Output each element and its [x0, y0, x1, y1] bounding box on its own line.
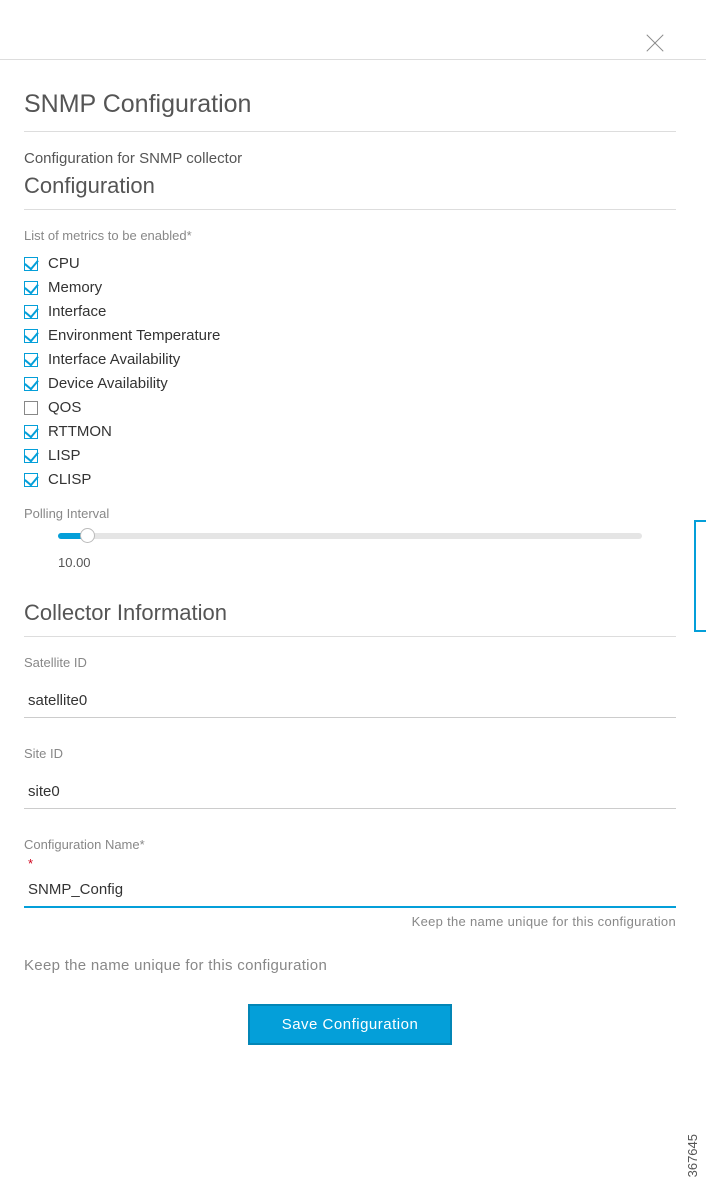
metric-label: Device Availability	[48, 375, 168, 392]
metric-checkbox-row[interactable]: CLISP	[24, 471, 676, 488]
metric-checkbox-row[interactable]: CPU	[24, 255, 676, 272]
close-icon[interactable]	[644, 32, 666, 54]
satellite-id-input[interactable]	[24, 682, 676, 718]
config-name-input[interactable]	[24, 871, 676, 908]
checkbox-icon[interactable]	[24, 377, 38, 391]
metric-label: RTTMON	[48, 423, 112, 440]
config-name-helper-right: Keep the name unique for this configurat…	[24, 914, 676, 929]
site-id-label: Site ID	[24, 746, 676, 761]
checkbox-icon[interactable]	[24, 473, 38, 487]
metrics-list-label: List of metrics to be enabled*	[24, 228, 676, 243]
config-name-helper-left: Keep the name unique for this configurat…	[24, 957, 676, 974]
section-heading-collector: Collector Information	[24, 600, 676, 626]
metric-label: CLISP	[48, 471, 91, 488]
checkbox-icon[interactable]	[24, 329, 38, 343]
required-indicator: *	[28, 856, 676, 871]
metric-label: Memory	[48, 279, 102, 296]
metric-label: Environment Temperature	[48, 327, 220, 344]
metric-checkbox-row[interactable]: LISP	[24, 447, 676, 464]
polling-interval-slider[interactable]	[58, 533, 642, 539]
checkbox-icon[interactable]	[24, 305, 38, 319]
metric-label: Interface Availability	[48, 351, 180, 368]
checkbox-icon[interactable]	[24, 425, 38, 439]
metric-checkbox-row[interactable]: Memory	[24, 279, 676, 296]
page-title: SNMP Configuration	[24, 90, 676, 119]
metric-label: CPU	[48, 255, 80, 272]
metric-checkbox-row[interactable]: Environment Temperature	[24, 327, 676, 344]
metric-checkbox-row[interactable]: Interface Availability	[24, 351, 676, 368]
metric-checkbox-row[interactable]: QOS	[24, 399, 676, 416]
checkbox-icon[interactable]	[24, 401, 38, 415]
metric-checkbox-row[interactable]: Device Availability	[24, 375, 676, 392]
metric-label: LISP	[48, 447, 81, 464]
metric-label: Interface	[48, 303, 106, 320]
metric-checkbox-row[interactable]: RTTMON	[24, 423, 676, 440]
save-configuration-button[interactable]: Save Configuration	[248, 1004, 453, 1045]
polling-interval-value: 10.00	[58, 555, 676, 570]
slider-thumb[interactable]	[80, 528, 95, 543]
metrics-checkbox-list: CPU Memory Interface Environment Temperatur…	[24, 255, 676, 488]
config-name-label: Configuration Name*	[24, 837, 676, 852]
image-id-label: 367645	[685, 1134, 700, 1177]
checkbox-icon[interactable]	[24, 257, 38, 271]
satellite-id-label: Satellite ID	[24, 655, 676, 670]
checkbox-icon[interactable]	[24, 281, 38, 295]
metric-label: QOS	[48, 399, 81, 416]
page-subtitle: Configuration for SNMP collector	[24, 150, 676, 167]
checkbox-icon[interactable]	[24, 353, 38, 367]
metric-checkbox-row[interactable]: Interface	[24, 303, 676, 320]
section-heading-configuration: Configuration	[24, 173, 676, 199]
checkbox-icon[interactable]	[24, 449, 38, 463]
site-id-input[interactable]	[24, 773, 676, 809]
side-tab-indicator[interactable]	[694, 520, 706, 632]
polling-interval-label: Polling Interval	[24, 506, 676, 521]
